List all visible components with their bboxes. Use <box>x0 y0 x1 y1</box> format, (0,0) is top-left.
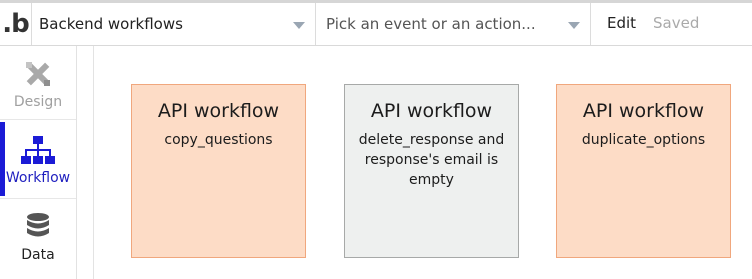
nav-item-data[interactable]: Data <box>0 198 76 272</box>
save-status: Saved <box>653 14 700 32</box>
chevron-down-icon <box>293 22 305 29</box>
bubble-logo[interactable]: .b <box>0 3 31 45</box>
nav-label-design: Design <box>13 94 63 110</box>
active-indicator <box>0 122 5 196</box>
workflow-icon <box>21 134 55 166</box>
left-navigation: Design Workflow Data <box>0 46 77 279</box>
panel-divider <box>93 46 94 279</box>
design-icon <box>23 58 53 90</box>
divider <box>590 3 591 45</box>
page-select-value: Backend workflows <box>39 15 183 33</box>
top-bar: .b Backend workflows Pick an event or an… <box>0 0 752 46</box>
event-select-placeholder: Pick an event or an action... <box>326 15 536 33</box>
workflow-type: API workflow <box>582 100 705 122</box>
workflow-name: duplicate_options <box>581 132 706 148</box>
workflow-type: API workflow <box>157 100 280 122</box>
edit-menu[interactable]: Edit <box>607 14 636 32</box>
nav-label-workflow: Workflow <box>5 170 71 186</box>
workflow-name: delete_response and response's email is … <box>358 132 505 188</box>
workflow-card[interactable]: API workflow duplicate_options <box>556 84 731 258</box>
logo-text: .b <box>2 9 29 39</box>
nav-label-data: Data <box>21 247 55 263</box>
event-select[interactable]: Pick an event or an action... <box>316 3 590 45</box>
database-icon <box>26 211 50 243</box>
workflow-card[interactable]: API workflow delete_response and respons… <box>344 84 519 258</box>
chevron-down-icon <box>568 22 580 29</box>
nav-item-design[interactable]: Design <box>0 46 76 120</box>
page-select[interactable]: Backend workflows <box>31 3 315 45</box>
workflow-name: copy_questions <box>164 132 273 148</box>
workflow-type: API workflow <box>370 100 493 122</box>
workflow-card[interactable]: API workflow copy_questions <box>131 84 306 258</box>
nav-item-workflow[interactable]: Workflow <box>0 122 76 196</box>
